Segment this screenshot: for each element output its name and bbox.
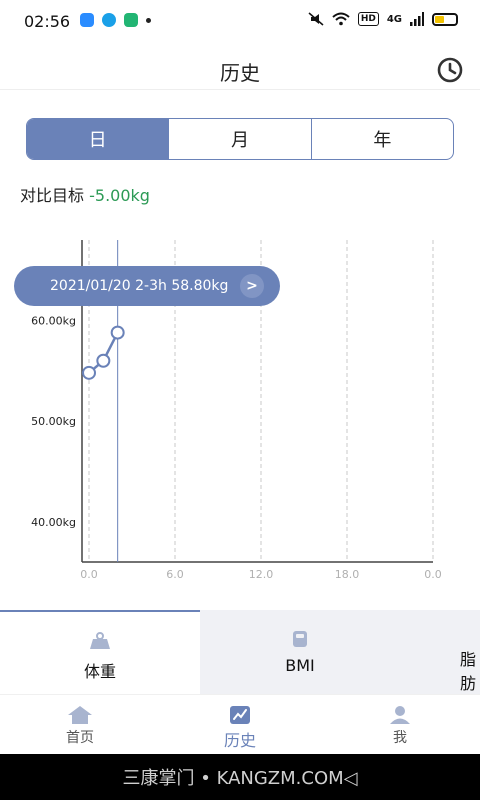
data-point bbox=[110, 325, 125, 340]
weight-icon bbox=[90, 632, 110, 649]
bottom-nav: 首页 历史 我 bbox=[0, 694, 480, 754]
tab-day[interactable]: 日 bbox=[27, 119, 169, 159]
chevron-right-icon[interactable]: > bbox=[240, 274, 264, 298]
compare-target: 对比目标 -5.00kg bbox=[20, 182, 150, 206]
signal-icon bbox=[410, 12, 424, 26]
nav-label-home: 首页 bbox=[66, 730, 94, 746]
data-point bbox=[82, 365, 96, 380]
user-icon bbox=[390, 706, 410, 724]
metric-tab-fat[interactable]: 脂肪 bbox=[400, 610, 480, 694]
more-dot-icon bbox=[146, 17, 151, 23]
x-tick-label: 18.0 bbox=[335, 568, 360, 581]
status-right: HD 4G bbox=[308, 12, 458, 26]
y-tick-label: 40.00kg bbox=[31, 516, 76, 529]
nav-item-me[interactable]: 我 bbox=[320, 695, 480, 754]
system-nav-bar: 三康掌门 • KANGZM.COM◁ bbox=[0, 754, 480, 800]
page-title: 历史 bbox=[220, 61, 260, 85]
nav-label-history: 历史 bbox=[223, 731, 256, 750]
x-tick-label: 6.0 bbox=[166, 568, 184, 581]
data-point bbox=[96, 353, 111, 368]
nav-item-history[interactable]: 历史 bbox=[160, 695, 320, 754]
notification-icons bbox=[80, 13, 151, 27]
status-time: 02:56 bbox=[24, 12, 71, 31]
wifi-icon bbox=[332, 12, 350, 26]
metric-tab-weight[interactable]: 体重 bbox=[0, 610, 200, 694]
tooltip-text: 2021/01/20 2-3h 58.80kg bbox=[50, 278, 229, 294]
qq-icon bbox=[102, 13, 116, 27]
metric-label-weight: 体重 bbox=[83, 662, 116, 681]
app-icon bbox=[124, 13, 138, 27]
x-tick-label: 0.0 bbox=[424, 568, 442, 581]
clock-icon[interactable] bbox=[436, 56, 464, 84]
mute-icon bbox=[308, 12, 324, 26]
metric-label-bmi: BMI bbox=[285, 656, 315, 675]
metric-tab-bmi[interactable]: BMI bbox=[200, 610, 400, 694]
period-tabs: 日 月 年 bbox=[26, 118, 454, 160]
bmi-icon bbox=[293, 631, 307, 647]
title-bar: 历史 bbox=[0, 44, 480, 90]
battery-icon bbox=[432, 12, 458, 26]
compare-value: -5.00kg bbox=[89, 186, 150, 205]
nav-label-me: 我 bbox=[393, 730, 407, 746]
x-tick-label: 0.0 bbox=[80, 568, 98, 581]
chart-icon bbox=[230, 706, 250, 724]
home-icon bbox=[68, 706, 92, 724]
status-bar: 02:56 HD 4G bbox=[0, 0, 480, 44]
watermark-text: 三康掌门 • KANGZM.COM◁ bbox=[122, 768, 358, 789]
app-notification-icon bbox=[80, 13, 94, 27]
network-label: 4G bbox=[386, 13, 402, 25]
data-tooltip[interactable]: 2021/01/20 2-3h 58.80kg > bbox=[14, 266, 280, 306]
nav-item-home[interactable]: 首页 bbox=[0, 695, 160, 754]
metric-label-fat: 脂肪 bbox=[460, 650, 477, 693]
y-tick-label: 60.00kg bbox=[31, 315, 76, 328]
hd-badge: HD bbox=[357, 12, 379, 26]
y-tick-label: 50.00kg bbox=[31, 415, 76, 428]
metric-tabs: 体重 BMI 脂肪 bbox=[0, 610, 480, 694]
x-tick-label: 12.0 bbox=[249, 568, 274, 581]
tab-year[interactable]: 年 bbox=[310, 119, 453, 159]
compare-label: 对比目标 bbox=[20, 186, 85, 205]
tab-month[interactable]: 月 bbox=[168, 119, 310, 159]
